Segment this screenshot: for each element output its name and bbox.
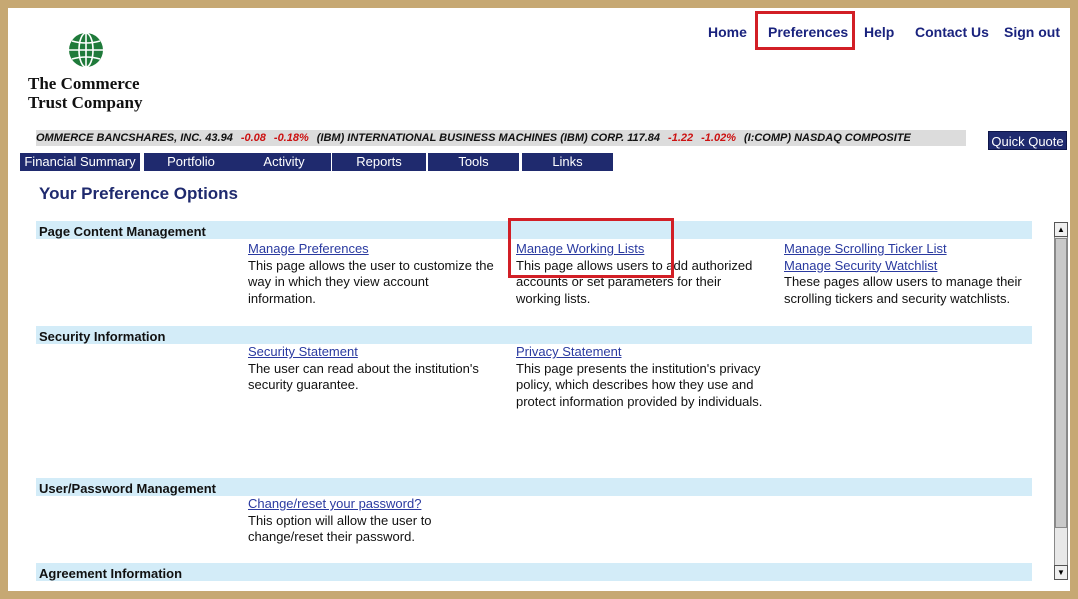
scrolling-ticker: OMMERCE BANCSHARES, INC. 43.94 -0.08 -0.18…: [36, 130, 966, 146]
section-header-password: User/Password Management: [36, 478, 1032, 496]
ticker-change: -0.08: [240, 132, 266, 144]
change-password-link[interactable]: Change/reset your password?: [248, 496, 498, 513]
tab-reports[interactable]: Reports: [332, 153, 426, 171]
ticker-item: OMMERCE BANCSHARES, INC. 43.94: [36, 132, 233, 144]
nav-sign-out[interactable]: Sign out: [1004, 24, 1060, 40]
manage-scrolling-ticker-link[interactable]: Manage Scrolling Ticker List: [784, 241, 1044, 258]
item-manage-working-lists: Manage Working Lists This page allows us…: [516, 241, 766, 307]
nav-contact-us[interactable]: Contact Us: [915, 24, 989, 40]
manage-security-watchlist-link[interactable]: Manage Security Watchlist: [784, 258, 1044, 275]
nav-home[interactable]: Home: [708, 24, 747, 40]
nav-preferences[interactable]: Preferences: [768, 24, 848, 40]
scrollbar-thumb[interactable]: [1055, 238, 1067, 528]
item-description: This page allows users to add authorized…: [516, 257, 753, 306]
quick-quote-button[interactable]: Quick Quote: [988, 131, 1067, 150]
section-header-security: Security Information: [36, 326, 1032, 344]
scroll-up-arrow-icon[interactable]: ▲: [1054, 222, 1068, 237]
section-title: Page Content Management: [39, 224, 206, 239]
section-title: Agreement Information: [39, 566, 183, 581]
app-frame: The Commerce Trust Company Home Preferen…: [8, 8, 1070, 591]
item-description: This page presents the institution's pri…: [516, 360, 763, 409]
tab-activity[interactable]: Activity: [237, 153, 331, 171]
item-manage-preferences: Manage Preferences This page allows the …: [248, 241, 498, 307]
ticker-item: (I:COMP) NASDAQ COMPOSITE: [743, 132, 911, 144]
manage-working-lists-link[interactable]: Manage Working Lists: [516, 241, 766, 258]
ticker-change-pct: -0.18%: [273, 132, 309, 144]
item-security-statement: Security Statement The user can read abo…: [248, 344, 498, 394]
item-manage-tickers: Manage Scrolling Ticker List Manage Secu…: [784, 241, 1044, 307]
item-description: These pages allow users to manage their …: [784, 274, 1022, 306]
ticker-change: -1.22: [668, 132, 694, 144]
item-change-password: Change/reset your password? This option …: [248, 496, 498, 546]
manage-preferences-link[interactable]: Manage Preferences: [248, 241, 498, 258]
scroll-down-arrow-icon[interactable]: ▼: [1054, 565, 1068, 580]
tab-links[interactable]: Links: [522, 153, 613, 171]
section-title: Security Information: [39, 329, 166, 344]
nav-help[interactable]: Help: [864, 24, 894, 40]
item-description: The user can read about the institution'…: [248, 360, 479, 393]
tab-financial-summary[interactable]: Financial Summary: [20, 153, 140, 171]
security-statement-link[interactable]: Security Statement: [248, 344, 498, 361]
tab-portfolio[interactable]: Portfolio: [144, 153, 238, 171]
section-header-agreement: Agreement Information: [36, 563, 1032, 581]
privacy-statement-link[interactable]: Privacy Statement: [516, 344, 766, 361]
section-header-page-content: Page Content Management: [36, 221, 1032, 239]
page-title: Your Preference Options: [39, 184, 239, 203]
tab-tools[interactable]: Tools: [428, 153, 519, 171]
item-description: This option will allow the user to chang…: [248, 512, 432, 545]
globe-icon: [69, 32, 103, 68]
brand-line-2: Trust Company: [28, 93, 143, 112]
brand-line-1: The Commerce: [28, 74, 140, 93]
item-privacy-statement: Privacy Statement This page presents the…: [516, 344, 766, 410]
ticker-item: (IBM) INTERNATIONAL BUSINESS MACHINES (I…: [316, 132, 661, 144]
ticker-change-pct: -1.02%: [701, 132, 736, 144]
section-title: User/Password Management: [39, 481, 217, 496]
item-description: This page allows the user to customize t…: [248, 257, 494, 306]
